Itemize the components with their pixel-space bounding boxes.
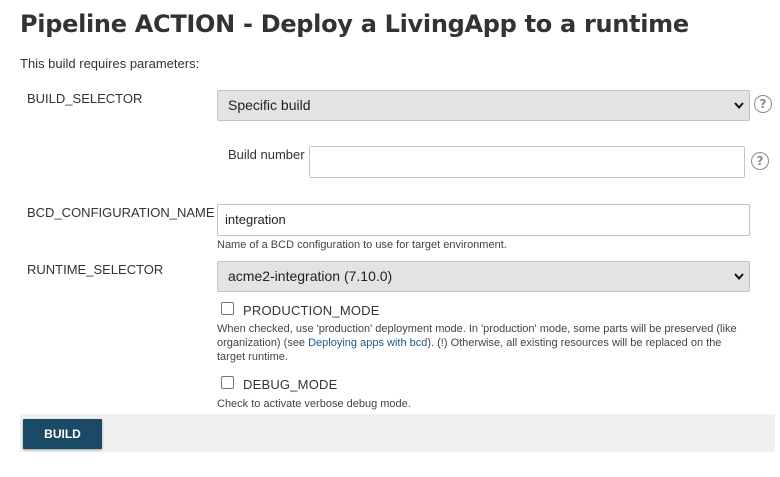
runtime-selector-dropdown[interactable]: acme2-integration (7.10.0) [217, 261, 750, 292]
debug-mode-description: Check to activate verbose debug mode. [217, 398, 411, 410]
chevron-down-icon [734, 273, 744, 281]
build-selector-label: BUILD_SELECTOR [27, 91, 143, 106]
build-selector-value: Specific build [228, 97, 311, 113]
runtime-selector-value: acme2-integration (7.10.0) [228, 268, 393, 284]
help-circle-icon[interactable]: ? [751, 152, 769, 170]
bcd-configuration-name-input[interactable]: integration [217, 204, 750, 236]
production-mode-description: When checked, use 'production' deploymen… [217, 323, 737, 363]
action-bar [20, 414, 775, 452]
bcd-configuration-name-label: BCD_CONFIGURATION_NAME [27, 205, 215, 220]
debug-mode-label: DEBUG_MODE [243, 377, 338, 392]
deploying-apps-link[interactable]: Deploying apps with bcd [308, 337, 427, 349]
help-circle-icon[interactable]: ? [754, 95, 772, 113]
debug-mode-checkbox[interactable] [221, 376, 234, 389]
runtime-selector-label: RUNTIME_SELECTOR [27, 262, 164, 277]
build-number-input[interactable] [309, 146, 745, 178]
build-button[interactable]: BUILD [23, 419, 102, 449]
bcd-configuration-description: Name of a BCD configuration to use for t… [217, 239, 507, 251]
production-mode-checkbox[interactable] [221, 302, 234, 315]
chevron-down-icon [734, 102, 744, 110]
page-title: Pipeline ACTION - Deploy a LivingApp to … [20, 10, 689, 38]
production-mode-label: PRODUCTION_MODE [243, 303, 380, 318]
page-subtitle: This build requires parameters: [20, 56, 200, 71]
build-selector-dropdown[interactable]: Specific build [217, 90, 750, 121]
build-number-label: Build number [228, 147, 305, 162]
